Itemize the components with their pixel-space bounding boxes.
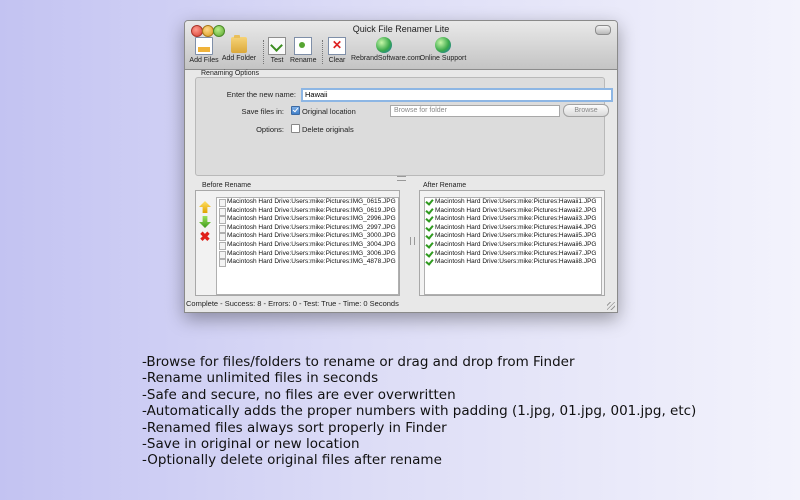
- file-row[interactable]: Macintosh Hard Drive:Users:mike:Pictures…: [425, 240, 601, 250]
- test-button[interactable]: Test: [267, 37, 287, 67]
- toolbar-toggle-button[interactable]: [595, 25, 611, 35]
- clear-button[interactable]: Clear: [326, 37, 348, 67]
- add-files-button[interactable]: Add Files: [189, 37, 219, 67]
- add-folder-button[interactable]: Add Folder: [221, 35, 257, 67]
- renaming-options-title: Renaming Options: [201, 70, 259, 77]
- browse-button[interactable]: Browse: [563, 104, 609, 117]
- file-path: Macintosh Hard Drive:Users:mike:Pictures…: [435, 215, 597, 223]
- globe-icon: [376, 37, 392, 53]
- toolbar-separator: [322, 40, 324, 64]
- globe-icon: [435, 37, 451, 53]
- test-label: Test: [270, 57, 284, 64]
- file-row[interactable]: Macintosh Hard Drive:Users:mike:Pictures…: [217, 215, 398, 225]
- feature-list: -Browse for files/folders to rename or d…: [142, 354, 792, 469]
- feature-item: -Renamed files always sort properly in F…: [142, 419, 447, 436]
- remove-file-icon[interactable]: ✖: [199, 230, 211, 243]
- new-name-label: Enter the new name:: [226, 90, 296, 99]
- window-content: Enter the new name: Hawaii Save files in…: [185, 70, 617, 312]
- move-down-icon[interactable]: [199, 216, 211, 228]
- clear-icon: [328, 37, 346, 55]
- file-path: Macintosh Hard Drive:Users:mike:Pictures…: [435, 258, 597, 266]
- clear-label: Clear: [328, 57, 346, 64]
- app-window: Quick File Renamer Lite Add Files Add Fo…: [184, 20, 618, 313]
- delete-originals-checkbox[interactable]: [291, 124, 300, 133]
- checkmark-icon: [425, 231, 434, 241]
- after-rename-title: After Rename: [423, 182, 467, 189]
- file-path: Macintosh Hard Drive:Users:mike:Pictures…: [435, 249, 597, 257]
- title-bar: Quick File Renamer Lite Add Files Add Fo…: [185, 21, 617, 70]
- file-row[interactable]: Macintosh Hard Drive:Users:mike:Pictures…: [425, 222, 601, 233]
- renaming-options-group: Enter the new name: Hawaii Save files in…: [195, 77, 613, 176]
- add-files-label: Add Files: [189, 57, 219, 64]
- resize-grip-icon[interactable]: [607, 302, 615, 310]
- checkmark-icon: [425, 257, 434, 266]
- file-row[interactable]: Macintosh Hard Drive:Users:mike:Pictures…: [425, 205, 601, 216]
- add-folder-label: Add Folder: [221, 55, 257, 62]
- feature-item: -Automatically adds the proper numbers w…: [142, 403, 697, 420]
- before-rename-title: Before Rename: [202, 182, 252, 189]
- file-row[interactable]: Macintosh Hard Drive:Users:mike:Pictures…: [425, 248, 601, 259]
- file-row[interactable]: Macintosh Hard Drive:Users:mike:Pictures…: [217, 258, 398, 268]
- file-path: Macintosh Hard Drive:Users:mike:Pictures…: [435, 206, 597, 214]
- checkmark-icon: [425, 240, 434, 249]
- window-title: Quick File Renamer Lite: [352, 24, 450, 34]
- file-path: Macintosh Hard Drive:Users:mike:Pictures…: [227, 223, 396, 231]
- file-row[interactable]: Macintosh Hard Drive:Users:mike:Pictures…: [425, 257, 601, 267]
- file-row[interactable]: Macintosh Hard Drive:Users:mike:Pictures…: [217, 198, 398, 207]
- add-files-icon: [195, 37, 213, 55]
- rename-icon: [294, 37, 312, 55]
- file-row[interactable]: Macintosh Hard Drive:Users:mike:Pictures…: [425, 231, 601, 241]
- save-files-label: Save files in:: [241, 107, 284, 116]
- file-path: Macintosh Hard Drive:Users:mike:Pictures…: [435, 198, 597, 205]
- delete-originals-label: Delete originals: [302, 125, 354, 134]
- vertical-splitter-handle[interactable]: [410, 237, 415, 245]
- browse-folder-field[interactable]: Browse for folder: [390, 105, 560, 117]
- feature-item: -Save in original or new location: [142, 435, 360, 452]
- checkmark-icon: [425, 214, 434, 223]
- file-row[interactable]: Macintosh Hard Drive:Users:mike:Pictures…: [217, 207, 398, 216]
- file-icon: [219, 259, 226, 268]
- file-row[interactable]: Macintosh Hard Drive:Users:mike:Pictures…: [217, 241, 398, 250]
- horizontal-splitter-handle[interactable]: [397, 176, 406, 181]
- online-support-button[interactable]: Online Support: [419, 37, 467, 67]
- file-path: Macintosh Hard Drive:Users:mike:Pictures…: [227, 240, 396, 248]
- file-row[interactable]: Macintosh Hard Drive:Users:mike:Pictures…: [217, 232, 398, 242]
- options-label: Options:: [256, 125, 284, 134]
- rename-label: Rename: [290, 57, 317, 64]
- file-path: Macintosh Hard Drive:Users:mike:Pictures…: [435, 232, 597, 240]
- file-path: Macintosh Hard Drive:Users:mike:Pictures…: [227, 198, 396, 205]
- file-path: Macintosh Hard Drive:Users:mike:Pictures…: [435, 240, 597, 248]
- file-row[interactable]: Macintosh Hard Drive:Users:mike:Pictures…: [425, 214, 601, 224]
- checkmark-icon: [425, 197, 434, 206]
- rebrandsoftware-label: RebrandSoftware.com: [351, 55, 421, 62]
- original-location-label: Original location: [302, 107, 356, 116]
- before-rename-list[interactable]: Macintosh Hard Drive:Users:mike:Pictures…: [216, 197, 399, 295]
- online-support-label: Online Support: [419, 55, 467, 62]
- after-rename-list[interactable]: Macintosh Hard Drive:Users:mike:Pictures…: [424, 197, 602, 295]
- folder-icon: [231, 35, 247, 53]
- file-row[interactable]: Macintosh Hard Drive:Users:mike:Pictures…: [425, 197, 601, 207]
- new-name-input[interactable]: Hawaii: [301, 88, 613, 102]
- test-icon: [268, 37, 286, 55]
- file-path: Macintosh Hard Drive:Users:mike:Pictures…: [227, 249, 396, 257]
- rename-button[interactable]: Rename: [290, 37, 316, 67]
- feature-item: -Optionally delete original files after …: [142, 452, 442, 469]
- file-path: Macintosh Hard Drive:Users:mike:Pictures…: [227, 258, 396, 266]
- feature-item: -Browse for files/folders to rename or d…: [142, 354, 575, 370]
- file-path: Macintosh Hard Drive:Users:mike:Pictures…: [227, 215, 396, 223]
- feature-item: -Safe and secure, no files are ever over…: [142, 386, 456, 403]
- rebrandsoftware-button[interactable]: RebrandSoftware.com: [351, 37, 421, 67]
- feature-item: -Rename unlimited files in seconds: [142, 370, 379, 387]
- before-rename-pane: ✖ Macintosh Hard Drive:Users:mike:Pictur…: [195, 190, 400, 296]
- move-up-icon[interactable]: [199, 201, 211, 213]
- file-row[interactable]: Macintosh Hard Drive:Users:mike:Pictures…: [217, 224, 398, 233]
- original-location-checkbox[interactable]: [291, 106, 300, 115]
- file-path: Macintosh Hard Drive:Users:mike:Pictures…: [435, 223, 597, 231]
- after-rename-pane: Macintosh Hard Drive:Users:mike:Pictures…: [419, 190, 605, 296]
- toolbar-separator: [263, 40, 265, 64]
- file-row[interactable]: Macintosh Hard Drive:Users:mike:Pictures…: [217, 250, 398, 259]
- file-path: Macintosh Hard Drive:Users:mike:Pictures…: [227, 232, 396, 240]
- status-bar: Complete - Success: 8 - Errors: 0 - Test…: [186, 299, 399, 308]
- file-path: Macintosh Hard Drive:Users:mike:Pictures…: [227, 206, 396, 214]
